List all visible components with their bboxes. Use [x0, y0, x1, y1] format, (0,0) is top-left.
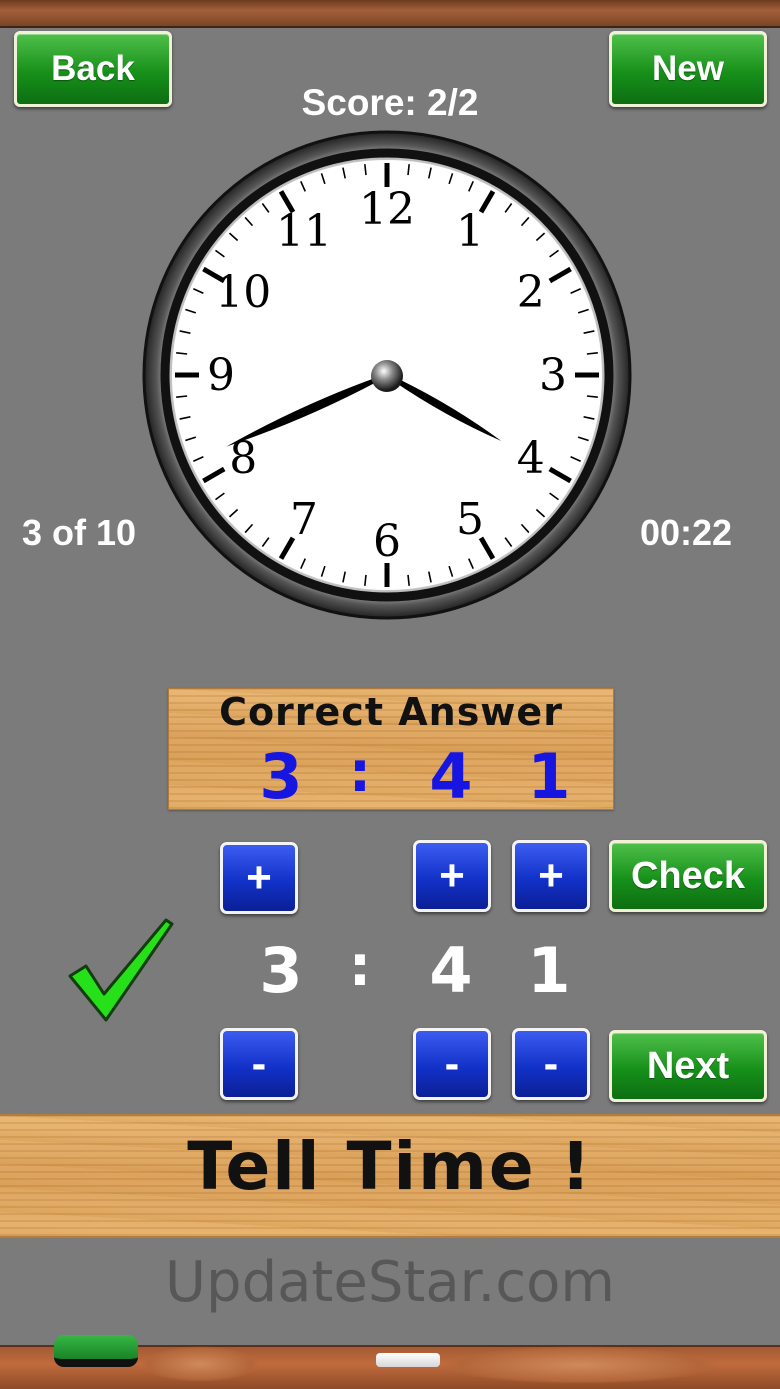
- clock-number-10: 10: [215, 267, 271, 318]
- correct-answer-title: Correct Answer: [219, 690, 563, 734]
- check-button[interactable]: Check: [609, 840, 767, 912]
- correct-hour-digit: 3: [259, 740, 303, 813]
- clock-number-11: 11: [276, 206, 332, 257]
- wood-knot: [440, 1346, 720, 1384]
- hour-minus-button[interactable]: -: [220, 1028, 298, 1100]
- check-mark-icon: [68, 918, 174, 1022]
- answer-tens-digit: 4: [429, 934, 473, 1007]
- correct-separator: :: [348, 740, 372, 805]
- analog-clock: 12 1234567891011: [142, 130, 632, 620]
- tens-minus-button[interactable]: -: [413, 1028, 491, 1100]
- clock-number-2: 2: [517, 267, 545, 318]
- clock-number-5: 5: [456, 494, 484, 545]
- clock-number-7: 7: [290, 494, 318, 545]
- ones-plus-button[interactable]: +: [512, 840, 590, 912]
- tens-plus-button[interactable]: +: [413, 840, 491, 912]
- eraser-icon: [54, 1335, 138, 1367]
- clock-number-12: 12: [359, 184, 415, 235]
- next-button[interactable]: Next: [609, 1030, 767, 1102]
- watermark: UpdateStar.com: [165, 1250, 615, 1315]
- correct-ones-digit: 1: [527, 740, 571, 813]
- hour-plus-button[interactable]: +: [220, 842, 298, 914]
- correct-tens-digit: 4: [429, 740, 473, 813]
- clock-number-9: 9: [207, 350, 235, 401]
- ones-minus-button[interactable]: -: [512, 1028, 590, 1100]
- clock-number-3: 3: [539, 350, 567, 401]
- clock-number-4: 4: [517, 433, 545, 484]
- chalk-icon: [376, 1353, 440, 1367]
- clock-number-1: 1: [456, 206, 484, 257]
- game-title: Tell Time !: [187, 1128, 593, 1205]
- answer-ones-digit: 1: [527, 934, 571, 1007]
- clock-number-6: 6: [373, 516, 401, 567]
- answer-hour-digit: 3: [259, 934, 303, 1007]
- wood-knot: [140, 1346, 260, 1382]
- clock-center-pin: [371, 360, 403, 392]
- answer-separator: :: [348, 934, 372, 999]
